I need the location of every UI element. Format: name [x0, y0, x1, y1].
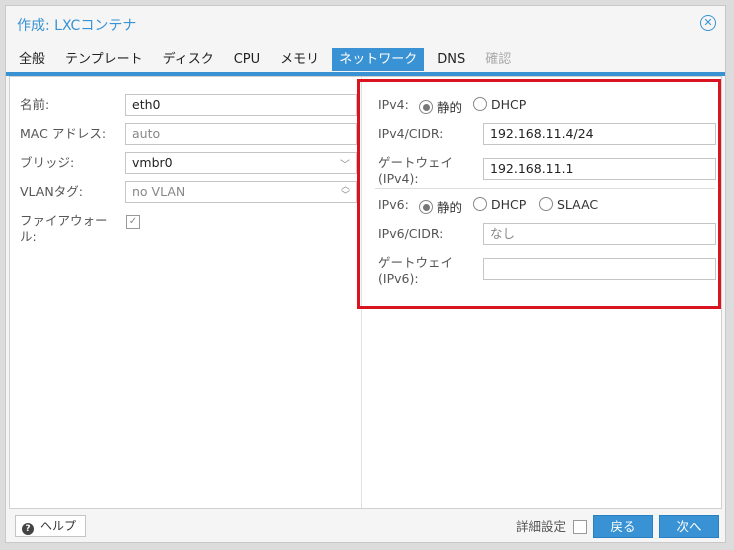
close-icon[interactable]: ✕ — [700, 15, 716, 31]
advanced-label: 詳細設定 — [516, 519, 567, 534]
ipv6-static-label: 静的 — [437, 200, 463, 215]
gateway4-field[interactable]: 192.168.11.1 — [483, 158, 716, 180]
create-lxc-dialog: 作成: LXCコンテナ ✕ 全般 テンプレート ディスク CPU メモリ ネット… — [5, 5, 726, 543]
vlan-label: VLANタグ: — [20, 184, 83, 199]
ipv4-dhcp-radio[interactable]: DHCP — [473, 97, 526, 112]
back-button[interactable]: 戻る — [593, 515, 653, 538]
ipv6-cidr-field[interactable]: なし — [483, 223, 716, 245]
ipv6-static-radio[interactable]: 静的 — [419, 197, 462, 216]
tab-dns[interactable]: DNS — [430, 48, 472, 71]
tab-cpu[interactable]: CPU — [227, 48, 267, 71]
ipv4-static-radio[interactable]: 静的 — [419, 97, 462, 116]
radio-unchecked-icon — [539, 197, 553, 211]
radio-unchecked-icon — [473, 97, 487, 111]
ipv6-cidr-label: IPv6/CIDR: — [378, 226, 444, 241]
name-field[interactable]: eth0 — [125, 94, 357, 116]
mac-field[interactable]: auto — [125, 123, 357, 145]
check-icon: ✓ — [128, 216, 138, 227]
tab-confirm: 確認 — [485, 52, 512, 67]
gateway4-label: ゲートウェイ (IPv4): — [378, 155, 454, 186]
section-separator — [375, 188, 715, 189]
firewall-label: ファイアウォール: — [20, 213, 108, 244]
tab-memory[interactable]: メモリ — [273, 48, 326, 71]
ipv4-dhcp-label: DHCP — [491, 97, 527, 112]
ipv6-label: IPv6: — [378, 197, 409, 212]
tab-network[interactable]: ネットワーク — [332, 48, 425, 71]
vlan-spinner[interactable]: no VLAN ︿ ﹀ — [125, 181, 357, 203]
ipv4-label: IPv4: — [378, 97, 409, 112]
chevron-down-icon: ﹀ — [340, 160, 350, 171]
spinner-arrows-icon[interactable]: ︿ ﹀ — [341, 183, 350, 201]
advanced-checkbox[interactable] — [573, 520, 587, 534]
dialog-title: 作成: LXCコンテナ — [17, 18, 137, 34]
ipv6-slaac-label: SLAAC — [557, 197, 599, 212]
tab-general[interactable]: 全般 — [12, 48, 52, 71]
bridge-value: vmbr0 — [132, 155, 173, 170]
network-panel: 名前: eth0 MAC アドレス: auto ブリッジ: vmbr0 ﹀ VL… — [9, 76, 722, 509]
ipv6-dhcp-label: DHCP — [491, 197, 527, 212]
ipv6-slaac-radio[interactable]: SLAAC — [539, 197, 598, 212]
question-icon: ? — [22, 523, 34, 535]
tab-disk[interactable]: ディスク — [156, 48, 221, 71]
mac-label: MAC アドレス: — [20, 126, 107, 141]
radio-checked-icon — [419, 100, 433, 114]
bridge-select[interactable]: vmbr0 ﹀ — [125, 152, 357, 174]
bridge-label: ブリッジ: — [20, 155, 75, 170]
vlan-value: no VLAN — [132, 184, 186, 199]
dialog-footer: ? ヘルプ 詳細設定 戻る 次へ — [6, 507, 725, 542]
radio-unchecked-icon — [473, 197, 487, 211]
ipv6-dhcp-radio[interactable]: DHCP — [473, 197, 526, 212]
tab-bar: 全般 テンプレート ディスク CPU メモリ ネットワーク DNS 確認 — [12, 48, 524, 72]
column-divider — [361, 77, 362, 508]
radio-checked-icon — [419, 200, 433, 214]
name-label: 名前: — [20, 97, 50, 112]
next-button[interactable]: 次へ — [659, 515, 719, 538]
ipv4-cidr-label: IPv4/CIDR: — [378, 126, 444, 141]
firewall-checkbox[interactable]: ✓ — [126, 215, 140, 229]
gateway6-field[interactable] — [483, 258, 716, 280]
tab-template[interactable]: テンプレート — [58, 48, 150, 71]
dialog-titlebar: 作成: LXCコンテナ ✕ — [6, 6, 725, 42]
help-button[interactable]: ? ヘルプ — [15, 515, 87, 537]
gateway6-label: ゲートウェイ (IPv6): — [378, 255, 454, 286]
ipv4-static-label: 静的 — [437, 100, 463, 115]
ipv4-cidr-field[interactable]: 192.168.11.4/24 — [483, 123, 716, 145]
help-label: ヘルプ — [40, 519, 77, 533]
